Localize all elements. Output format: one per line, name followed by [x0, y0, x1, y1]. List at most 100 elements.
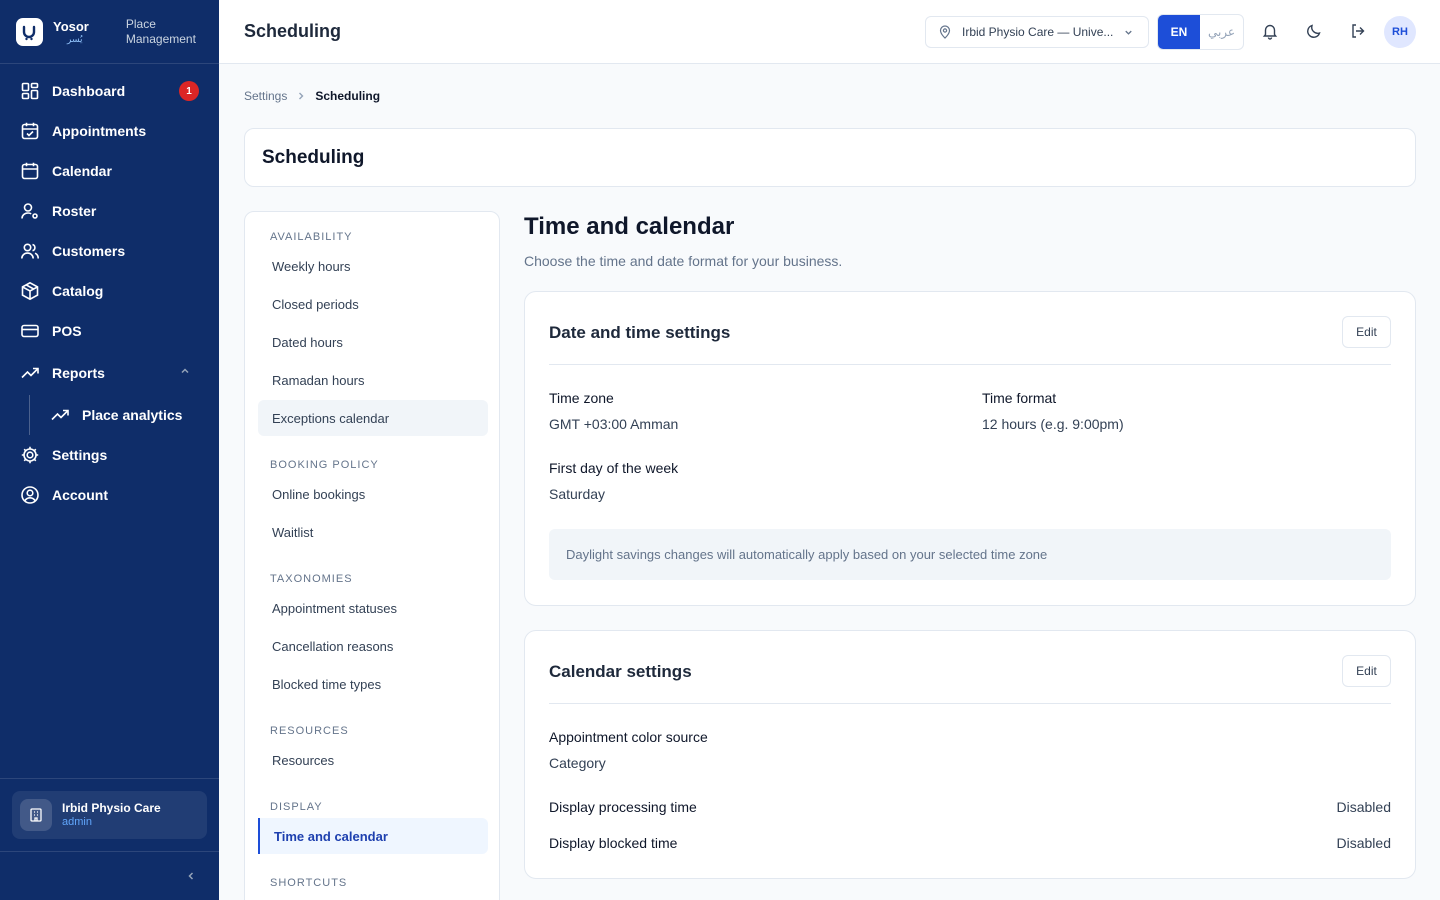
trending-up-icon [51, 409, 69, 421]
calendar-settings-card: Calendar settings Edit Appointment color… [524, 630, 1416, 879]
chevron-down-icon [1125, 30, 1132, 35]
time-format-label: Time format [982, 390, 1057, 406]
section-availability: AVAILABILITY [270, 231, 353, 243]
logout-icon[interactable] [1349, 22, 1367, 40]
subnav-ramadan-hours[interactable]: Ramadan hours [258, 362, 488, 398]
subnav-dated-hours[interactable]: Dated hours [258, 324, 488, 360]
time-zone-value: GMT +03:00 Amman [549, 416, 679, 432]
lang-en-button[interactable]: EN [1158, 15, 1200, 49]
section-display: DISPLAY [270, 801, 323, 813]
section-shortcuts: SHORTCUTS [270, 877, 348, 889]
nav-label: Roster [52, 203, 97, 219]
breadcrumb-settings[interactable]: Settings [244, 89, 287, 103]
current-place-card[interactable]: Irbid Physio Care admin [12, 791, 207, 839]
nav-account[interactable]: Account [0, 475, 219, 515]
calendar-icon [21, 162, 39, 180]
nav-label: POS [52, 323, 82, 339]
map-pin-icon [939, 25, 951, 39]
user-circle-icon [21, 486, 39, 504]
nav-customers[interactable]: Customers [0, 231, 219, 271]
subnav-closed-periods[interactable]: Closed periods [258, 286, 488, 322]
nav-label: Dashboard [52, 83, 126, 99]
nav-label: Account [52, 487, 108, 503]
bell-icon[interactable] [1261, 22, 1279, 40]
box-icon [21, 281, 39, 301]
nav-catalog[interactable]: Catalog [0, 271, 219, 311]
avatar[interactable]: RH [1384, 16, 1416, 48]
nav-appointments[interactable]: Appointments [0, 111, 219, 151]
nav-roster[interactable]: Roster [0, 191, 219, 231]
subnav-time-and-calendar[interactable]: Time and calendar [258, 818, 488, 854]
nav-reports[interactable]: Reports [0, 351, 219, 395]
blocked-time-label: Display blocked time [549, 835, 678, 851]
brand[interactable]: Yosor يُسر Place Management [0, 0, 219, 64]
nav-label: Place analytics [82, 407, 183, 423]
settings-subnav: AVAILABILITY Weekly hours Closed periods… [244, 211, 500, 900]
nav-dashboard[interactable]: Dashboard 1 [0, 71, 219, 111]
place-name: Irbid Physio Care [62, 800, 161, 815]
subnav-weekly-hours[interactable]: Weekly hours [258, 248, 488, 284]
building-icon [20, 799, 52, 831]
nav-label: Reports [52, 365, 105, 381]
processing-time-label: Display processing time [549, 799, 697, 815]
subnav-resources[interactable]: Resources [258, 742, 488, 778]
chevron-left-icon[interactable] [185, 870, 197, 882]
subnav-online-bookings[interactable]: Online bookings [258, 476, 488, 512]
section-description: Choose the time and date format for your… [524, 253, 843, 269]
subnav-cancellation-reasons[interactable]: Cancellation reasons [258, 628, 488, 664]
header-title: Scheduling [244, 21, 342, 41]
place-select-value: Irbid Physio Care — Unive... [962, 25, 1114, 39]
subnav-blocked-time-types[interactable]: Blocked time types [258, 666, 488, 702]
dashboard-icon [21, 82, 39, 100]
moon-icon[interactable] [1305, 22, 1323, 40]
nav-label: Customers [52, 243, 126, 259]
gear-icon [21, 446, 39, 464]
section-booking-policy: BOOKING POLICY [270, 459, 379, 471]
nav-calendar[interactable]: Calendar [0, 151, 219, 191]
top-header: Scheduling Irbid Physio Care — Unive... … [219, 0, 1440, 64]
nav-label: Appointments [52, 123, 147, 139]
time-zone-label: Time zone [549, 390, 614, 406]
breadcrumb-current: Scheduling [315, 89, 381, 103]
nav-pos[interactable]: POS [0, 311, 219, 351]
edit-calendar-button[interactable]: Edit [1342, 655, 1391, 687]
content-heading: Time and calendar Choose the time and da… [524, 213, 842, 269]
edit-date-time-button[interactable]: Edit [1342, 316, 1391, 348]
daylight-savings-note: Daylight savings changes will automatica… [549, 529, 1391, 580]
users-icon [21, 243, 39, 259]
sidebar-collapse[interactable] [0, 851, 219, 900]
section-title: Time and calendar [524, 213, 735, 240]
trending-up-icon [21, 367, 39, 379]
main-nav: Dashboard 1 Appointments Calendar Roster… [0, 64, 219, 515]
subnav-waitlist[interactable]: Waitlist [258, 514, 488, 550]
subnav-appointment-statuses[interactable]: Appointment statuses [258, 590, 488, 626]
place-select[interactable]: Irbid Physio Care — Unive... [925, 16, 1149, 48]
calendar-check-icon [21, 122, 39, 140]
card-title: Calendar settings [549, 662, 692, 681]
breadcrumb: Settings Scheduling [244, 89, 380, 103]
first-day-label: First day of the week [549, 460, 679, 476]
color-source-label: Appointment color source [549, 729, 708, 745]
nav-place-analytics[interactable]: Place analytics [0, 395, 219, 435]
color-source-value: Category [549, 755, 606, 771]
place-role: admin [62, 815, 92, 828]
divider [549, 703, 1391, 704]
user-gear-icon [21, 203, 38, 219]
page-title: Scheduling [262, 147, 365, 168]
lang-ar-button[interactable]: عربي [1200, 15, 1243, 49]
place-switcher: Irbid Physio Care admin [0, 778, 219, 851]
first-day-value: Saturday [549, 486, 606, 502]
divider [549, 364, 1391, 365]
nav-settings[interactable]: Settings [0, 435, 219, 475]
section-resources: RESOURCES [270, 725, 349, 737]
language-toggle: EN عربي [1157, 14, 1244, 50]
notification-badge: 1 [179, 81, 199, 101]
chevron-up-icon[interactable] [179, 365, 191, 377]
credit-card-icon [21, 324, 39, 338]
brand-subtitle: Place Management [125, 16, 196, 46]
blocked-time-value: Disabled [1336, 835, 1391, 851]
processing-time-value: Disabled [1336, 799, 1391, 815]
subnav-exceptions-calendar[interactable]: Exceptions calendar [258, 400, 488, 436]
logo-icon [16, 17, 43, 46]
card-title: Date and time settings [549, 323, 731, 342]
